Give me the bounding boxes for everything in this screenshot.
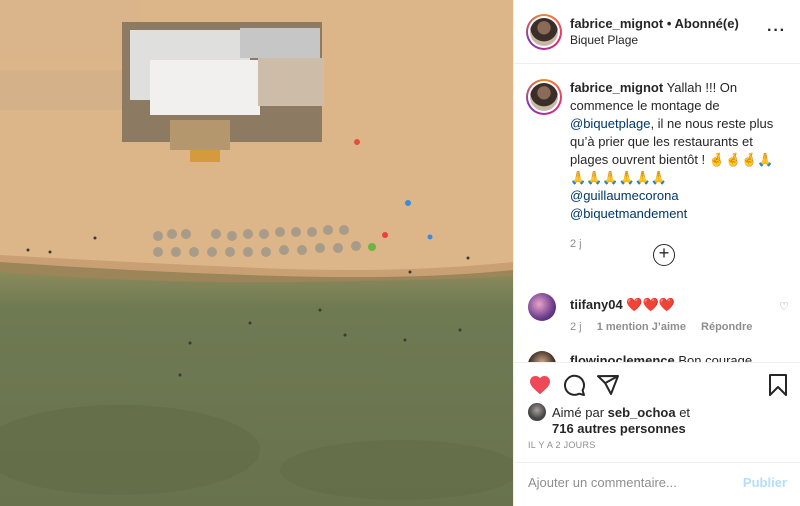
- comment-meta: 2 j 1 mention J’aime Répondre: [570, 321, 764, 333]
- publish-button[interactable]: Publier: [743, 475, 787, 490]
- comment-input[interactable]: Ajouter un commentaire...: [528, 475, 728, 490]
- comment-text: ❤️❤️❤️: [626, 297, 675, 312]
- comment-line: tiifany04 ❤️❤️❤️: [570, 297, 675, 313]
- author-avatar[interactable]: [526, 14, 562, 50]
- comment-like-icon[interactable]: ♡: [779, 300, 789, 313]
- caption-mention-guillaumecorona[interactable]: @guillaumecorona: [570, 188, 679, 203]
- reply-button[interactable]: Répondre: [701, 321, 752, 333]
- follow-status[interactable]: Abonné(e): [675, 16, 739, 31]
- action-icons: [528, 373, 790, 399]
- likes-suffix: et: [679, 405, 691, 420]
- separator-dot: •: [666, 16, 672, 31]
- share-icon[interactable]: [596, 373, 620, 397]
- post-location[interactable]: Biquet Plage: [570, 33, 638, 47]
- post-header: fabrice_mignot • Abonné(e) Biquet Plage …: [514, 0, 800, 64]
- author-username[interactable]: fabrice_mignot: [570, 16, 663, 31]
- post-timestamp[interactable]: IL Y A 2 JOURS: [528, 440, 596, 450]
- more-icon[interactable]: ···: [767, 22, 786, 40]
- add-comment-bar: Ajouter un commentaire... Publier: [514, 462, 800, 505]
- likes-summary: Aimé par seb_ochoa et 716 autres personn…: [528, 403, 690, 437]
- comment-time: 2 j: [570, 321, 582, 333]
- plus-circle-icon[interactable]: +: [653, 244, 675, 266]
- commenter-username[interactable]: flowinoclemence: [570, 353, 675, 362]
- caption-avatar[interactable]: [526, 79, 562, 115]
- liker-username[interactable]: seb_ochoa: [608, 405, 676, 420]
- beach-aerial-image: [0, 0, 513, 506]
- commenter-avatar[interactable]: [528, 351, 556, 362]
- comment-text: Bon courage: [678, 353, 753, 362]
- bookmark-icon[interactable]: [766, 373, 790, 397]
- comment-icon[interactable]: [562, 373, 586, 397]
- commenter-username[interactable]: tiifany04: [570, 297, 623, 312]
- post-photo[interactable]: [0, 0, 513, 506]
- comment-line: flowinoclemence Bon courage: [570, 353, 752, 362]
- comments-list: fabrice_mignot Yallah !!! On commence le…: [514, 65, 800, 362]
- instagram-post-modal: fabrice_mignot • Abonné(e) Biquet Plage …: [0, 0, 800, 506]
- likes-others[interactable]: 716 autres personnes: [528, 421, 690, 437]
- likes-prefix: Aimé par: [552, 405, 605, 420]
- caption-username[interactable]: fabrice_mignot: [570, 80, 663, 95]
- caption-mention-biquetplage[interactable]: @biquetplage: [570, 116, 650, 131]
- post-sidebar: fabrice_mignot • Abonné(e) Biquet Plage …: [513, 0, 800, 506]
- caption-time: 2 j: [570, 238, 582, 250]
- commenter-avatar[interactable]: [528, 293, 556, 321]
- caption: fabrice_mignot Yallah !!! On commence le…: [514, 65, 800, 253]
- caption-mention-biquetmandement[interactable]: @biquetmandement: [570, 206, 687, 221]
- post-actions: Aimé par seb_ochoa et 716 autres personn…: [514, 362, 800, 504]
- author-line: fabrice_mignot • Abonné(e): [570, 16, 739, 31]
- liker-avatar[interactable]: [528, 403, 546, 421]
- heart-filled-icon[interactable]: [528, 373, 552, 397]
- comment-likes[interactable]: 1 mention J’aime: [597, 321, 686, 333]
